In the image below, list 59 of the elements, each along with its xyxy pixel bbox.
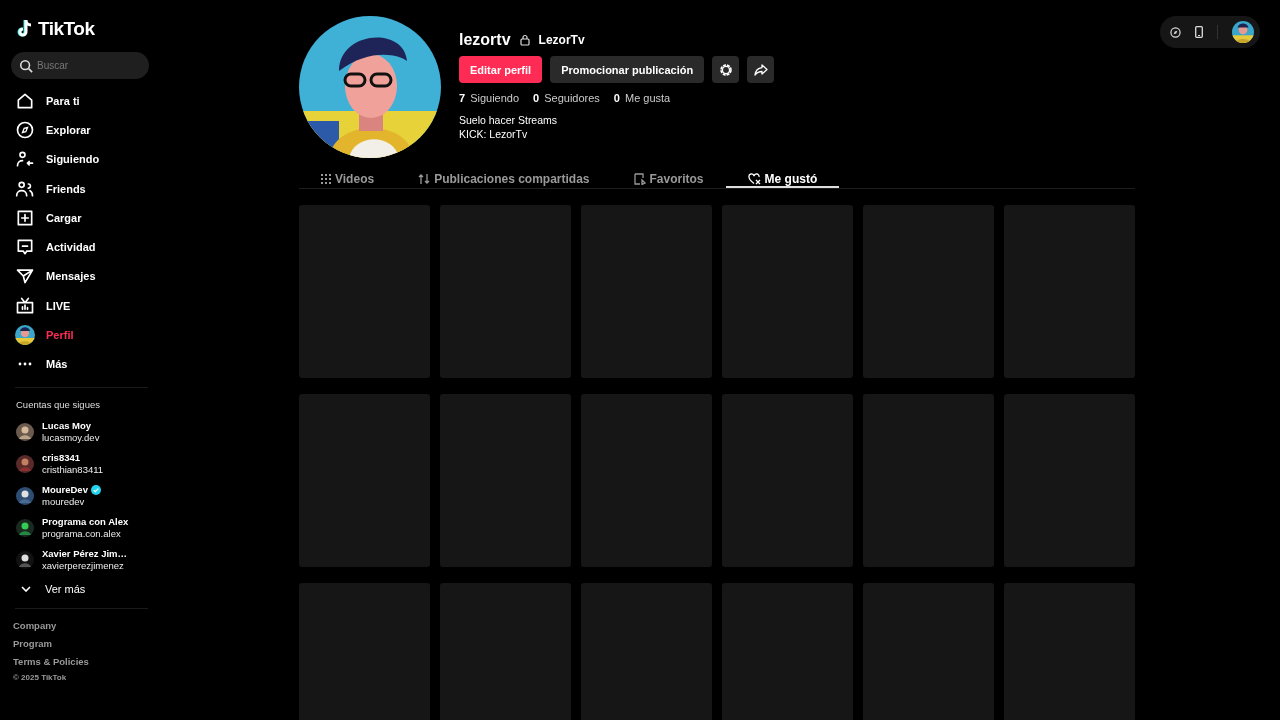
share-icon bbox=[753, 63, 768, 76]
account-handle: lucasmoy.dev bbox=[42, 431, 100, 444]
share-button[interactable] bbox=[747, 56, 775, 83]
section-title: Cuentas que sigues bbox=[16, 398, 101, 410]
nav-item[interactable]: Actividad bbox=[11, 232, 160, 262]
account-handle: programa.con.alex bbox=[42, 527, 122, 540]
bookmark-icon bbox=[633, 173, 646, 185]
nav-item[interactable]: Siguiendo bbox=[11, 144, 160, 174]
account-handle: mouredev bbox=[42, 495, 86, 508]
settings-icon bbox=[718, 62, 733, 77]
nav-item[interactable]: Más bbox=[11, 349, 160, 379]
stat-count: 7 bbox=[459, 92, 466, 104]
footer-link[interactable]: Program bbox=[11, 634, 160, 653]
nickname: LezorTv bbox=[538, 33, 585, 47]
account-handle: xavierperezjimenez bbox=[42, 559, 125, 572]
profile-tab[interactable]: Me gustó bbox=[725, 172, 840, 188]
more-icon bbox=[18, 362, 32, 367]
account-name[interactable]: cris8341 bbox=[42, 451, 81, 464]
profile-tab[interactable]: Videos bbox=[299, 172, 397, 188]
nav-item[interactable]: Explorar bbox=[11, 115, 160, 145]
footer-link[interactable]: Terms & Policies bbox=[11, 652, 160, 671]
account-name[interactable]: Lucas Moy bbox=[42, 419, 92, 432]
stat-count: 0 bbox=[533, 92, 540, 104]
live-icon bbox=[15, 295, 35, 316]
nav-item[interactable]: Para ti bbox=[11, 86, 160, 116]
account-handle: cristhian83411 bbox=[42, 463, 104, 476]
copyright: © 2025 TikTok bbox=[12, 672, 68, 682]
promote-button[interactable]: Promocionar publicación bbox=[550, 56, 705, 83]
chevron-down-icon bbox=[21, 585, 31, 592]
stat-label: Me gusta bbox=[624, 92, 671, 104]
account-name[interactable]: Programa con Alex bbox=[42, 515, 129, 528]
stat-label: Seguidores bbox=[544, 92, 600, 104]
profile-tab[interactable]: Publicaciones compartidas bbox=[396, 172, 612, 188]
nav-item[interactable]: Perfil bbox=[11, 320, 160, 350]
account-name[interactable]: Xavier Pérez Jim… bbox=[42, 547, 128, 560]
compass-icon[interactable] bbox=[1170, 26, 1181, 38]
nav-item[interactable]: Mensajes bbox=[11, 261, 160, 292]
compass-icon bbox=[15, 119, 35, 140]
logo-text: TikTok bbox=[38, 18, 95, 40]
stat-label: Siguiendo bbox=[470, 92, 520, 104]
edit-profile-button[interactable]: Editar perfil bbox=[459, 56, 543, 83]
bio-line: KICK: LezorTv bbox=[459, 127, 529, 141]
see-more-link[interactable]: Ver más bbox=[11, 577, 160, 600]
grid-icon bbox=[321, 174, 331, 184]
bio-line: Suelo hacer Streams bbox=[459, 113, 559, 127]
following-icon bbox=[15, 149, 35, 170]
username: lezortv bbox=[459, 31, 511, 49]
search-field[interactable]: Buscar bbox=[11, 52, 149, 79]
nav-item[interactable]: LIVE bbox=[11, 291, 160, 321]
nav-item[interactable]: Cargar bbox=[11, 203, 160, 233]
heart-icon bbox=[747, 173, 761, 185]
nav-item[interactable]: Friends bbox=[11, 173, 160, 204]
account-name[interactable]: MoureDev bbox=[42, 483, 88, 496]
repost-icon bbox=[418, 173, 431, 185]
stat-count: 0 bbox=[613, 92, 620, 104]
footer-link[interactable]: Company bbox=[11, 616, 160, 635]
profile-tab[interactable]: Favoritos bbox=[611, 172, 726, 188]
phone-icon[interactable] bbox=[1195, 26, 1203, 38]
settings-button[interactable] bbox=[712, 56, 740, 83]
